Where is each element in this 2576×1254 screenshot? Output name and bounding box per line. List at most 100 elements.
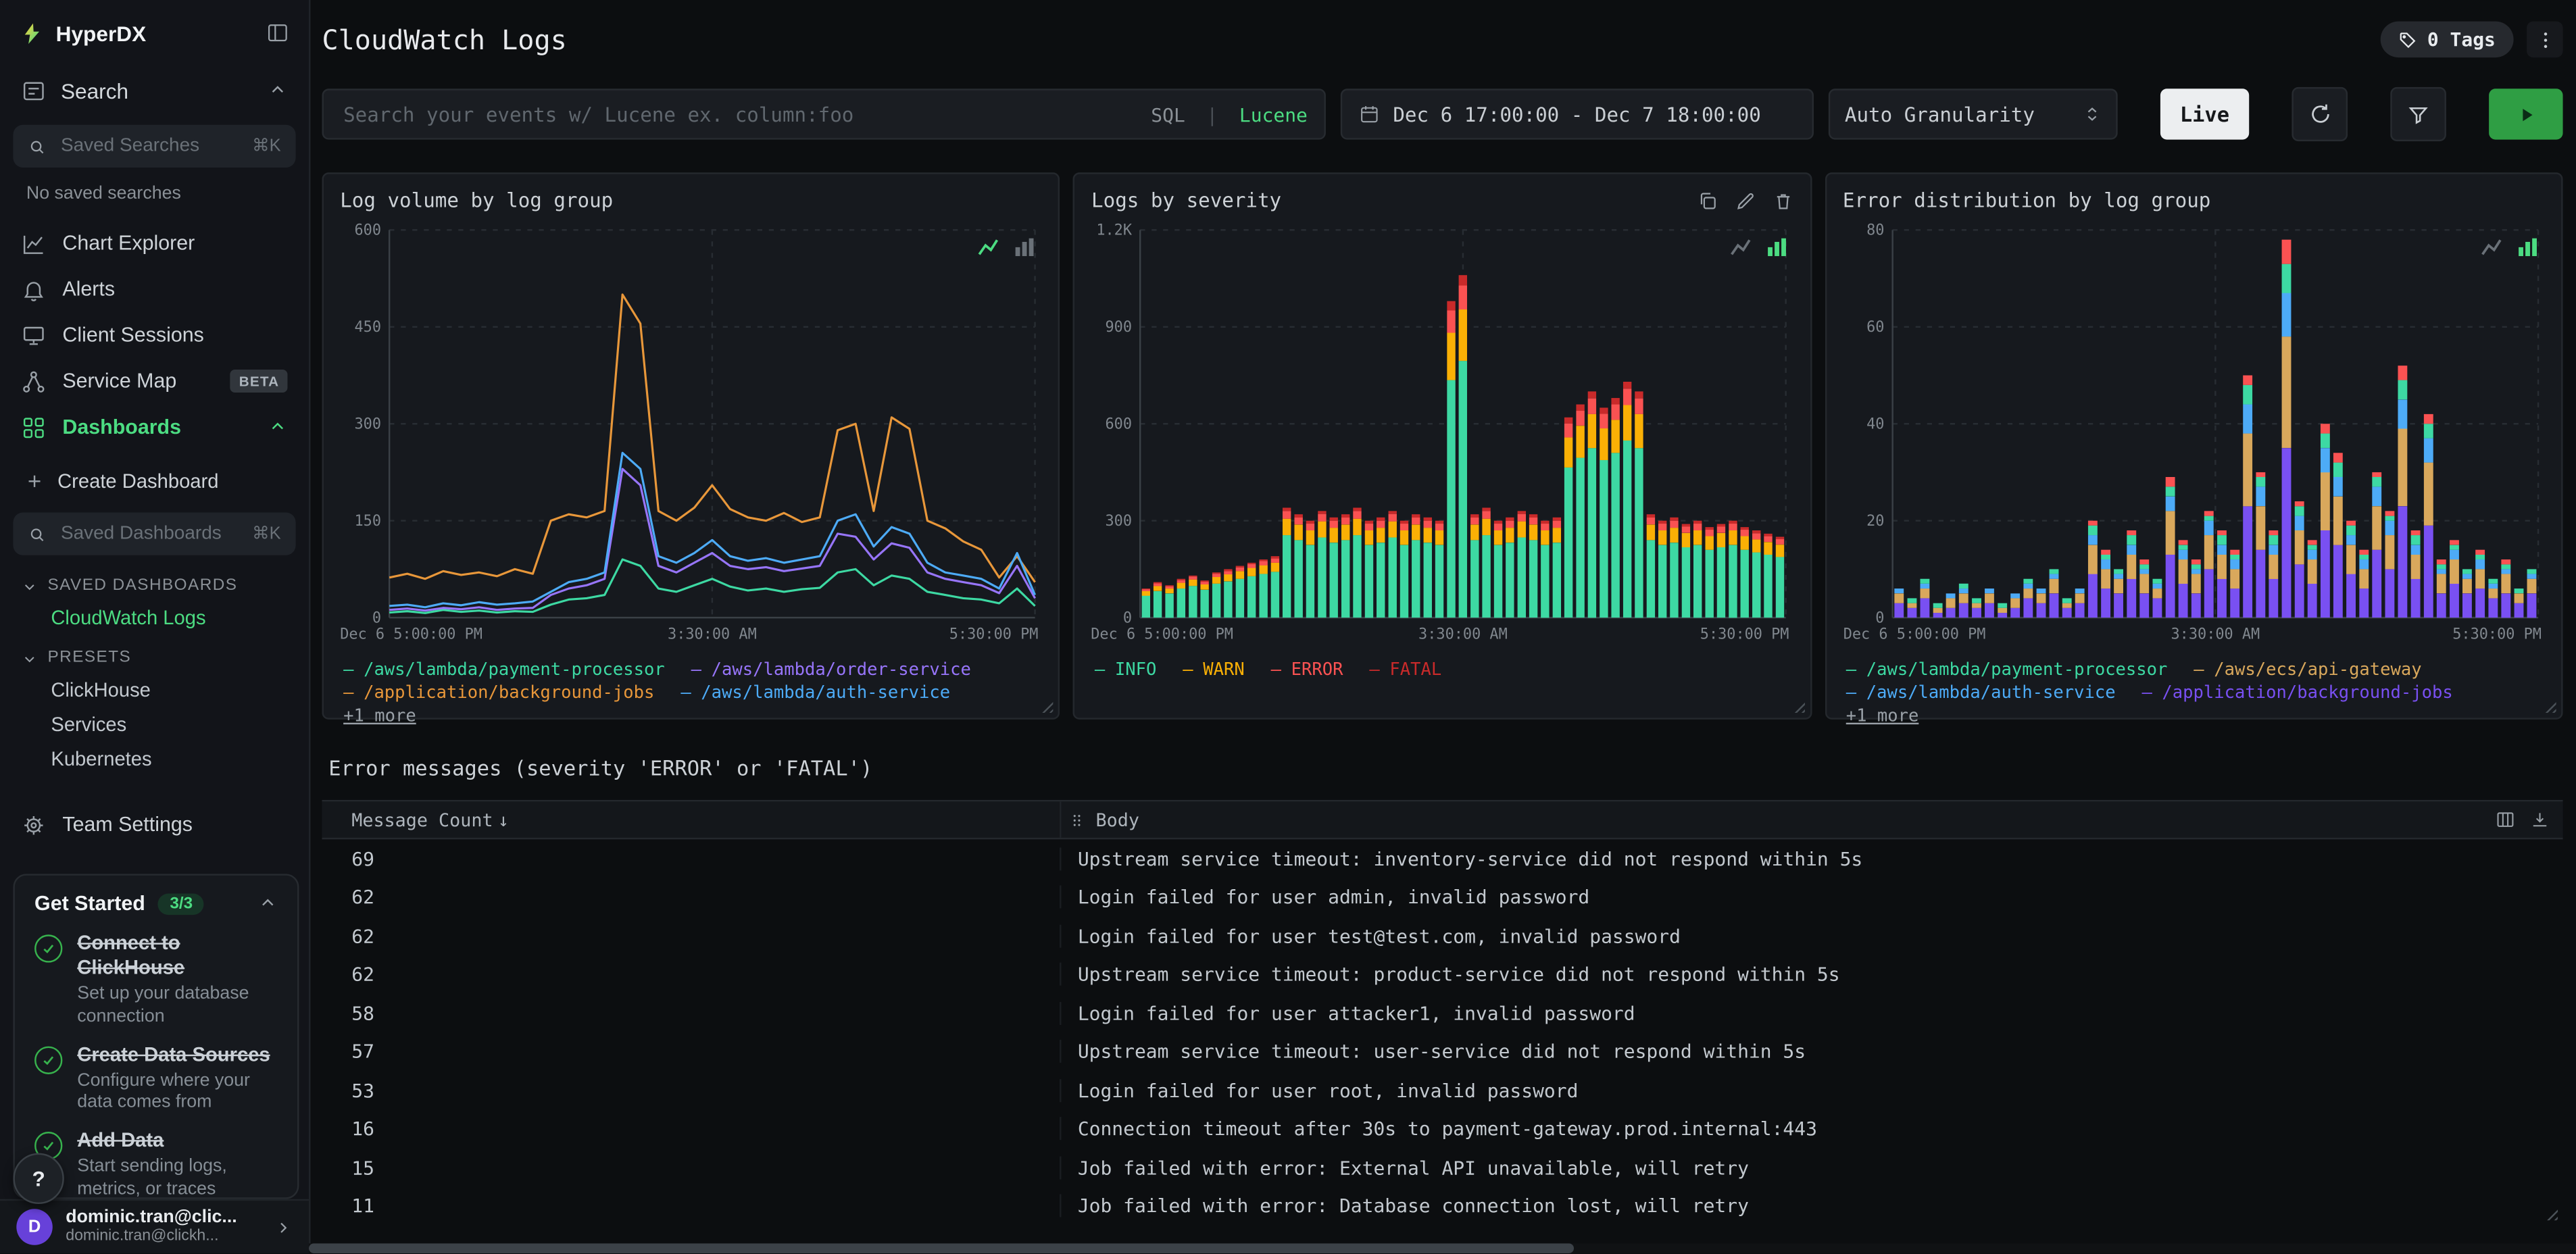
main-content: CloudWatch Logs 0 Tags SQL [309,0,2576,1253]
chevron-up-icon[interactable] [258,894,278,913]
tags-label: 0 Tags [2427,28,2496,51]
legend-item[interactable]: — /aws/lambda/auth-service [1846,683,2116,703]
svg-text:450: 450 [355,319,382,336]
sidebar-item-client-sessions[interactable]: Client Sessions [0,312,309,358]
legend-item[interactable]: — INFO [1095,660,1156,680]
chart-title: Log volume by log group [340,189,614,212]
chart-plot-area[interactable]: 0 150 300 450 600 Dec 6 5:00:00 PM 3:30:00 AM 5… [340,217,1042,644]
tags-button[interactable]: 0 Tags [2381,21,2514,58]
filters-button[interactable] [2390,86,2446,142]
table-row[interactable]: 11 Job failed with error: Database connec… [322,1186,2562,1225]
sidebar-item-dashboards[interactable]: Dashboards [0,404,309,450]
sql-mode-label[interactable]: SQL [1151,103,1185,126]
legend-label: +1 more [343,706,416,726]
table-settings-icon[interactable] [2496,810,2515,830]
granularity-select[interactable]: Auto Granularity [1828,89,2118,140]
table-row[interactable]: 69 Upstream service timeout: inventory-se… [322,839,2562,878]
sidebar-item-service-map[interactable]: Service Map BETA [0,358,309,404]
saved-dashboards-input[interactable]: ⌘K [13,512,296,555]
delete-icon[interactable] [1772,190,1793,211]
line-chart-toggle-icon[interactable] [978,236,999,258]
get-started-step[interactable]: Connect to ClickHouse Set up your databa… [15,922,297,1032]
download-icon[interactable] [2530,810,2550,830]
time-range-picker[interactable]: Dec 6 17:00:00 - Dec 7 18:00:00 [1340,89,1814,140]
table-row[interactable]: 15 Job failed with error: External API un… [322,1148,2562,1186]
saved-searches-input[interactable]: ⌘K [13,124,296,168]
column-header-body[interactable]: Body [1060,801,2562,838]
collapse-sidebar-icon[interactable] [266,22,289,45]
sidebar-item-clickhouse[interactable]: ClickHouse [0,672,309,706]
chevron-up-icon[interactable] [268,80,287,100]
scrollbar-thumb[interactable] [309,1243,1575,1253]
duplicate-icon[interactable] [1697,190,1718,211]
legend-item[interactable]: +1 more [343,706,416,726]
event-search-input[interactable] [340,101,1138,128]
create-dashboard-button[interactable]: Create Dashboard [0,460,309,503]
table-row[interactable]: 58 Login failed for user attacker1, inval… [322,994,2562,1032]
table-row[interactable]: 57 Upstream service timeout: user-service… [322,1032,2562,1071]
legend-item[interactable]: — /aws/lambda/payment-processor [343,660,665,680]
legend-item[interactable]: — /aws/lambda/order-service [691,660,971,680]
resize-handle[interactable] [1790,698,1805,713]
sidebar-section-search[interactable]: Search [0,66,309,115]
help-button[interactable]: ? [13,1153,64,1205]
table-row[interactable]: 62 Upstream service timeout: product-serv… [322,955,2562,994]
sidebar-item-services[interactable]: Services [0,706,309,741]
bar-chart-toggle-icon[interactable] [2517,236,2538,258]
line-chart-toggle-icon[interactable] [1729,236,1751,258]
drag-handle-icon[interactable] [1068,811,1086,829]
get-started-card: Get Started 3/3 Connect to ClickHouse Se… [13,874,299,1199]
bar-chart-toggle-icon[interactable] [1766,236,1787,258]
bar-chart-toggle-icon[interactable] [1014,236,1036,258]
legend-item[interactable]: — /application/background-jobs [2141,683,2452,703]
table-row[interactable]: 53 Login failed for user root, invalid pa… [322,1071,2562,1109]
legend-item[interactable]: +1 more [1846,706,1919,726]
chevron-down-icon [22,650,38,666]
saved-dashboards-section-header[interactable]: SAVED DASHBOARDS [0,561,309,599]
legend-item[interactable]: — WARN [1183,660,1244,680]
table-row[interactable]: 62 Login failed for user test@test.com, i… [322,917,2562,955]
presets-section-header[interactable]: PRESETS [0,634,309,672]
chart-legend: — /aws/lambda/payment-processor — /aws/ecs/… [1846,660,2545,726]
live-button[interactable]: Live [2160,89,2250,140]
legend-item[interactable]: — /aws/ecs/api-gateway [2194,660,2421,680]
sidebar-item-team-settings[interactable]: Team Settings [0,801,309,847]
sidebar-item-kubernetes[interactable]: Kubernetes [0,741,309,775]
cell-message-count: 62 [351,924,374,948]
sidebar-item-chart-explorer[interactable]: Chart Explorer [0,220,309,266]
get-started-step[interactable]: Create Data Sources Configure where your… [15,1032,297,1119]
legend-item[interactable]: — /aws/lambda/auth-service [680,683,950,703]
sidebar-item-cloudwatch-logs[interactable]: CloudWatch Logs [0,599,309,634]
saved-dashboards-field[interactable] [57,522,241,546]
legend-item[interactable]: — ERROR [1271,660,1343,680]
legend-item[interactable]: — /application/background-jobs [343,683,654,703]
chevrons-up-down-icon [2083,105,2101,124]
preset-label: ClickHouse [51,677,151,701]
run-query-button[interactable] [2489,89,2563,140]
legend-item[interactable]: — FATAL [1369,660,1441,680]
lucene-mode-label[interactable]: Lucene [1239,103,1308,126]
error-table-body: 69 Upstream service timeout: inventory-se… [322,839,2562,1225]
line-chart-toggle-icon[interactable] [2481,236,2502,258]
saved-searches-field[interactable] [57,134,241,158]
legend-swatch: — [1846,660,1857,680]
legend-swatch: — [691,660,702,680]
user-menu[interactable]: D dominic.tran@clic... dominic.tran@clic… [0,1199,309,1253]
chevron-up-icon[interactable] [268,418,287,437]
refresh-button[interactable] [2292,86,2348,142]
get-started-progress-badge: 3/3 [158,893,205,914]
column-header-count[interactable]: Message Count ↓ [322,809,1060,830]
svg-text:0: 0 [372,609,381,626]
edit-icon[interactable] [1734,190,1756,211]
chart-plot-area[interactable]: 0 300 600 900 1.2K Dec 6 5:00:00 PM 3:30:00 AM… [1091,217,1793,644]
beta-badge: BETA [230,370,288,393]
chart-plot-area[interactable]: 0 20 40 60 80 Dec 6 5:00:00 PM 3:30:00 AM 5:30:… [1843,217,2545,644]
legend-item[interactable]: — /aws/lambda/payment-processor [1846,660,2168,680]
event-search-bar[interactable]: SQL | Lucene [322,89,1326,140]
get-started-header[interactable]: Get Started 3/3 [15,876,297,922]
sidebar-item-alerts[interactable]: Alerts [0,266,309,312]
more-options-button[interactable] [2527,21,2563,58]
table-row[interactable]: 16 Connection timeout after 30s to paymen… [322,1109,2562,1148]
cell-body: Job failed with error: Database connecti… [1060,1195,2562,1218]
table-row[interactable]: 62 Login failed for user admin, invalid p… [322,878,2562,916]
